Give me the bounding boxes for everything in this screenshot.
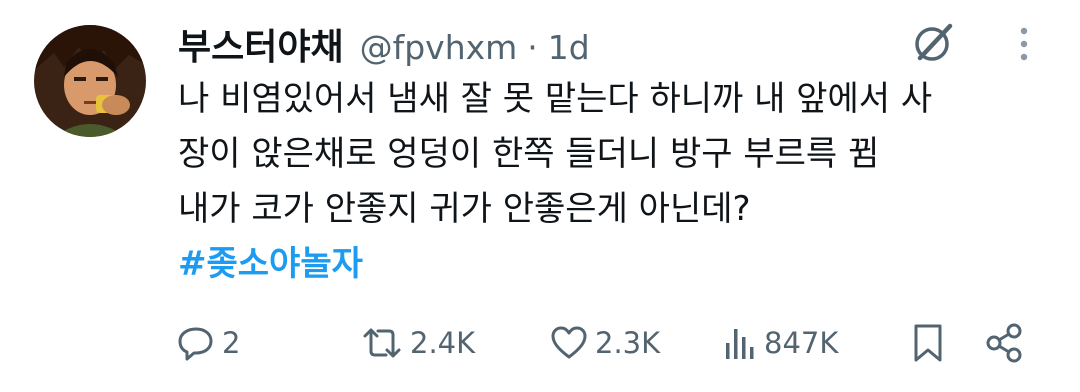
like-button[interactable]: 2.3K bbox=[549, 318, 660, 368]
tweet-header: 부스터야채 @fpvhxm · 1d bbox=[178, 18, 590, 70]
share-icon bbox=[986, 323, 1022, 363]
bookmark-icon bbox=[914, 324, 942, 362]
share-button[interactable] bbox=[982, 318, 1026, 368]
timestamp[interactable]: 1d bbox=[548, 28, 590, 67]
display-name[interactable]: 부스터야채 bbox=[178, 18, 344, 70]
hashtag-link[interactable]: #좆소야놀자 bbox=[178, 237, 1038, 292]
reply-count: 2 bbox=[222, 326, 241, 360]
views-count: 847K bbox=[764, 326, 839, 360]
avatar-image bbox=[34, 25, 146, 137]
repost-icon bbox=[363, 328, 401, 358]
more-button[interactable] bbox=[1006, 22, 1042, 68]
tweet-text-line: 나 비염있어서 냄새 잘 못 맡는다 하니까 내 앞에서 사 bbox=[178, 79, 933, 119]
more-vertical-icon bbox=[1020, 27, 1028, 61]
separator: · bbox=[527, 28, 538, 67]
heart-icon bbox=[551, 326, 587, 359]
avatar[interactable] bbox=[34, 25, 146, 137]
reply-icon bbox=[178, 327, 213, 361]
repost-count: 2.4K bbox=[410, 326, 476, 360]
reply-button[interactable]: 2 bbox=[176, 318, 240, 368]
views-button[interactable]: 847K bbox=[722, 318, 838, 368]
action-bar: 2 2.4K 2.3K 847K bbox=[0, 318, 1080, 368]
like-count: 2.3K bbox=[595, 326, 661, 360]
views-chart-icon bbox=[726, 329, 754, 359]
tweet-text-line: 내가 코가 안좋지 귀가 안좋은게 아닌데? bbox=[178, 189, 751, 229]
repost-button[interactable]: 2.4K bbox=[360, 318, 475, 368]
grok-icon bbox=[915, 23, 953, 61]
tweet-text-line: 장이 앉은채로 엉덩이 한쪽 들더니 방구 부르륵 뀜 bbox=[178, 134, 880, 174]
grok-button[interactable] bbox=[906, 14, 962, 70]
user-handle[interactable]: @fpvhxm bbox=[360, 28, 518, 67]
tweet-text: 나 비염있어서 냄새 잘 못 맡는다 하니까 내 앞에서 사 장이 앉은채로 엉… bbox=[178, 72, 1038, 292]
bookmark-button[interactable] bbox=[908, 318, 948, 368]
